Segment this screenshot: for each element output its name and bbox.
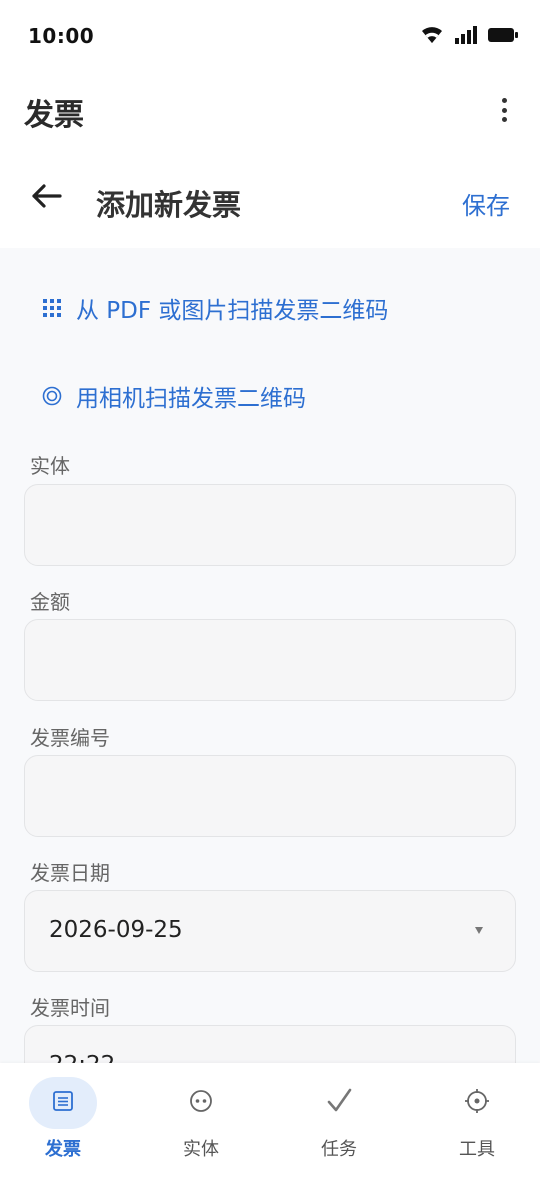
invoice-icon [52,1090,74,1116]
camera-icon [42,386,62,406]
back-arrow-icon[interactable] [26,176,66,216]
nav-item-entities[interactable]: 实体 [151,1077,251,1167]
amount-label: 金额 [30,590,70,614]
invoice-date-label: 发票日期 [30,861,110,885]
status-icons [420,26,518,48]
entity-field[interactable] [24,484,516,566]
amount-field[interactable] [24,619,516,701]
form-content: 从 PDF 或图片扫描发票二维码 用相机扫描发票二维码 实体 金额 发票编号 发… [0,248,540,1063]
battery-icon [488,27,518,47]
scan-file-button[interactable]: 从 PDF 或图片扫描发票二维码 [24,270,516,346]
nav-item-tools[interactable]: 工具 [427,1077,527,1167]
invoice-time-value: 22:22 [49,1052,115,1063]
scan-camera-button[interactable]: 用相机扫描发票二维码 [24,358,516,434]
status-time: 10:00 [28,24,95,48]
more-options-icon[interactable] [498,96,510,124]
nav-label: 发票 [45,1139,81,1160]
scan-camera-label: 用相机扫描发票二维码 [76,386,306,412]
invoice-time-field[interactable]: 22:22 [24,1025,516,1063]
qr-grid-icon [42,299,62,317]
invoice-date-field[interactable]: 2026-09-25 [24,890,516,972]
nav-label: 工具 [459,1139,495,1160]
scan-file-label: 从 PDF 或图片扫描发票二维码 [76,298,389,324]
invoice-number-label: 发票编号 [30,726,110,750]
check-icon [325,1087,353,1119]
invoice-time-label: 发票时间 [30,996,110,1020]
page-title: 添加新发票 [96,188,242,222]
gear-icon [464,1088,490,1118]
entity-label: 实体 [30,454,70,478]
invoice-number-field[interactable] [24,755,516,837]
status-bar: 10:00 [0,0,540,72]
dropdown-arrow-icon [475,927,483,934]
sub-header: 添加新发票 保存 [0,146,540,248]
invoice-date-value: 2026-09-25 [49,917,183,943]
wifi-icon [420,25,444,49]
save-button[interactable]: 保存 [462,186,510,221]
signal-icon [454,26,478,48]
nav-item-tasks[interactable]: 任务 [289,1077,389,1167]
nav-label: 任务 [321,1139,357,1160]
app-bar: 发票 [0,72,540,146]
nav-label: 实体 [183,1139,219,1160]
bottom-nav: 发票 实体 任务 工具 [0,1063,540,1181]
app-title: 发票 [24,98,84,133]
nav-item-invoices[interactable]: 发票 [13,1077,113,1167]
entity-icon [189,1089,213,1117]
